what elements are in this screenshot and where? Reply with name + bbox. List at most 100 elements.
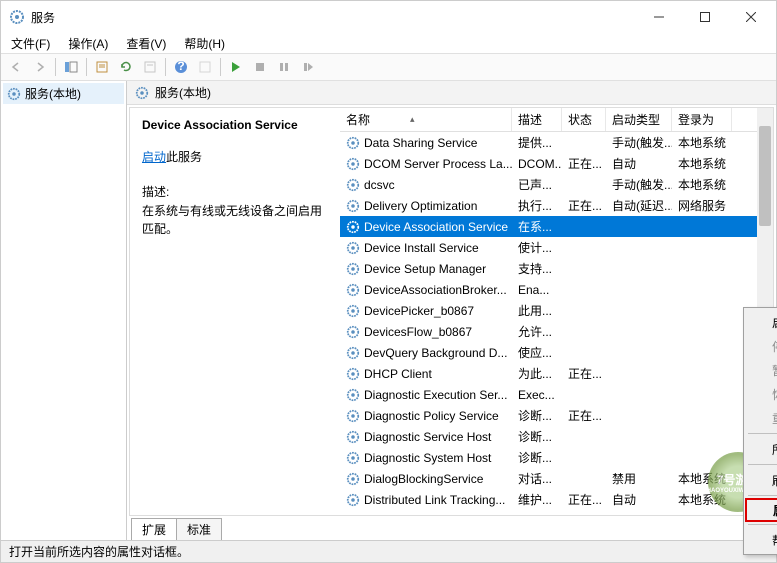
menu-help[interactable]: 帮助(H) xyxy=(180,34,229,53)
start-service-line: 启动此服务 xyxy=(142,148,328,165)
menu-all-tasks[interactable]: 所有任务(K)▸ xyxy=(746,437,777,461)
gear-icon xyxy=(346,199,360,213)
cell-desc: 允许... xyxy=(512,323,562,340)
tab-extended[interactable]: 扩展 xyxy=(131,518,177,540)
context-menu: 启动(S) 停止(O) 暂停(U) 恢复(M) 重新启动(E) 所有任务(K)▸… xyxy=(743,307,777,555)
service-row[interactable]: Device Setup Manager支持... xyxy=(340,258,773,279)
left-tree-panel: 服务(本地) xyxy=(1,81,127,540)
help-button[interactable]: ? xyxy=(170,56,192,78)
toolbar-separator xyxy=(55,58,56,76)
cell-logon: 网络服务 xyxy=(672,197,732,214)
pause-service-button[interactable] xyxy=(273,56,295,78)
gear-icon xyxy=(346,178,360,192)
export-list-button[interactable] xyxy=(91,56,113,78)
column-status[interactable]: 状态 xyxy=(562,108,606,131)
menu-properties[interactable]: 属性(R) xyxy=(745,498,777,522)
tab-standard[interactable]: 标准 xyxy=(176,518,222,540)
service-row[interactable]: Diagnostic Execution Ser...Exec... xyxy=(340,384,773,405)
minimize-button[interactable] xyxy=(636,2,682,32)
cell-name: Device Association Service xyxy=(340,220,512,234)
start-service-button[interactable] xyxy=(225,56,247,78)
service-row[interactable]: DialogBlockingService对话...禁用本地系统 xyxy=(340,468,773,489)
menu-resume[interactable]: 恢复(M) xyxy=(746,382,777,406)
show-hide-tree-button[interactable] xyxy=(60,56,82,78)
cell-status: 正在... xyxy=(562,491,606,508)
service-row[interactable]: Data Sharing Service提供...手动(触发...本地系统 xyxy=(340,132,773,153)
tree-node-label: 服务(本地) xyxy=(25,85,81,102)
cell-desc: 对话... xyxy=(512,470,562,487)
cell-name: Device Install Service xyxy=(340,241,512,255)
cell-desc: 使计... xyxy=(512,239,562,256)
menu-file[interactable]: 文件(F) xyxy=(7,34,54,53)
cell-desc: 维护... xyxy=(512,491,562,508)
cell-logon: 本地系统 xyxy=(672,491,732,508)
right-panel: 服务(本地) Device Association Service 启动此服务 … xyxy=(127,81,776,540)
menu-restart[interactable]: 重新启动(E) xyxy=(746,406,777,430)
refresh-button[interactable] xyxy=(115,56,137,78)
service-row[interactable]: Device Association Service在系... xyxy=(340,216,773,237)
tree-node-services-local[interactable]: 服务(本地) xyxy=(3,83,124,104)
menu-start[interactable]: 启动(S) xyxy=(746,310,777,334)
cell-name: DCOM Server Process La... xyxy=(340,157,512,171)
gear-icon xyxy=(346,346,360,360)
menu-separator xyxy=(748,464,777,465)
menu-refresh[interactable]: 刷新(F) xyxy=(746,468,777,492)
cell-desc: 在系... xyxy=(512,218,562,235)
service-row[interactable]: DCOM Server Process La...DCOM...正在...自动本… xyxy=(340,153,773,174)
cell-name: DHCP Client xyxy=(340,367,512,381)
cell-status: 正在... xyxy=(562,155,606,172)
cell-desc: 提供... xyxy=(512,134,562,151)
service-row[interactable]: DevicePicker_b0867此用... xyxy=(340,300,773,321)
menu-help[interactable]: 帮助(H) xyxy=(746,528,777,552)
service-row[interactable]: DevQuery Background D...使应... xyxy=(340,342,773,363)
toolbar-separator xyxy=(220,58,221,76)
restart-service-button[interactable] xyxy=(297,56,319,78)
menu-pause[interactable]: 暂停(U) xyxy=(746,358,777,382)
toolbar-separator xyxy=(86,58,87,76)
service-row[interactable]: Distributed Link Tracking...维护...正在...自动… xyxy=(340,489,773,510)
service-row[interactable]: Diagnostic Policy Service诊断...正在... xyxy=(340,405,773,426)
toolbar: ? xyxy=(1,53,776,81)
stop-service-button[interactable] xyxy=(249,56,271,78)
column-logon-as[interactable]: 登录为 xyxy=(672,108,732,131)
cell-name: Data Sharing Service xyxy=(340,136,512,150)
gear-icon xyxy=(7,87,21,101)
gear-icon xyxy=(346,388,360,402)
cell-name: DevicesFlow_b0867 xyxy=(340,325,512,339)
window-title: 服务 xyxy=(31,9,636,26)
column-startup-type[interactable]: 启动类型 xyxy=(606,108,672,131)
service-row[interactable]: Delivery Optimization执行...正在...自动(延迟...网… xyxy=(340,195,773,216)
cell-desc: DCOM... xyxy=(512,157,562,171)
gear-icon xyxy=(346,367,360,381)
cell-startup: 手动(触发... xyxy=(606,134,672,151)
close-button[interactable] xyxy=(728,2,774,32)
menu-view[interactable]: 查看(V) xyxy=(122,34,170,53)
app-icon xyxy=(9,9,25,25)
column-name[interactable]: 名称▴ xyxy=(340,108,512,131)
properties-button[interactable] xyxy=(139,56,161,78)
service-row[interactable]: DevicesFlow_b0867允许... xyxy=(340,321,773,342)
scrollbar-thumb[interactable] xyxy=(759,126,771,226)
menu-action[interactable]: 操作(A) xyxy=(64,34,112,53)
forward-button[interactable] xyxy=(29,56,51,78)
back-button[interactable] xyxy=(5,56,27,78)
service-row[interactable]: DHCP Client为此...正在... xyxy=(340,363,773,384)
maximize-button[interactable] xyxy=(682,2,728,32)
start-suffix: 此服务 xyxy=(166,150,202,164)
service-row[interactable]: dcsvc已声...手动(触发...本地系统 xyxy=(340,174,773,195)
cell-name: DeviceAssociationBroker... xyxy=(340,283,512,297)
start-service-link[interactable]: 启动 xyxy=(142,150,166,164)
sort-arrow-icon: ▴ xyxy=(410,114,415,125)
service-row[interactable]: Device Install Service使计... xyxy=(340,237,773,258)
service-row[interactable]: Diagnostic Service Host诊断... xyxy=(340,426,773,447)
unknown-button[interactable] xyxy=(194,56,216,78)
cell-name: Diagnostic Service Host xyxy=(340,430,512,444)
column-description[interactable]: 描述 xyxy=(512,108,562,131)
list-rows-container: Data Sharing Service提供... 手动(触发... 本地系统 DCO… xyxy=(340,132,773,515)
cell-desc: 为此... xyxy=(512,365,562,382)
menu-stop[interactable]: 停止(O) xyxy=(746,334,777,358)
cell-name: Distributed Link Tracking... xyxy=(340,493,512,507)
gear-icon xyxy=(346,472,360,486)
service-row[interactable]: Diagnostic System Host诊断... xyxy=(340,447,773,468)
service-row[interactable]: DeviceAssociationBroker...Ena... xyxy=(340,279,773,300)
